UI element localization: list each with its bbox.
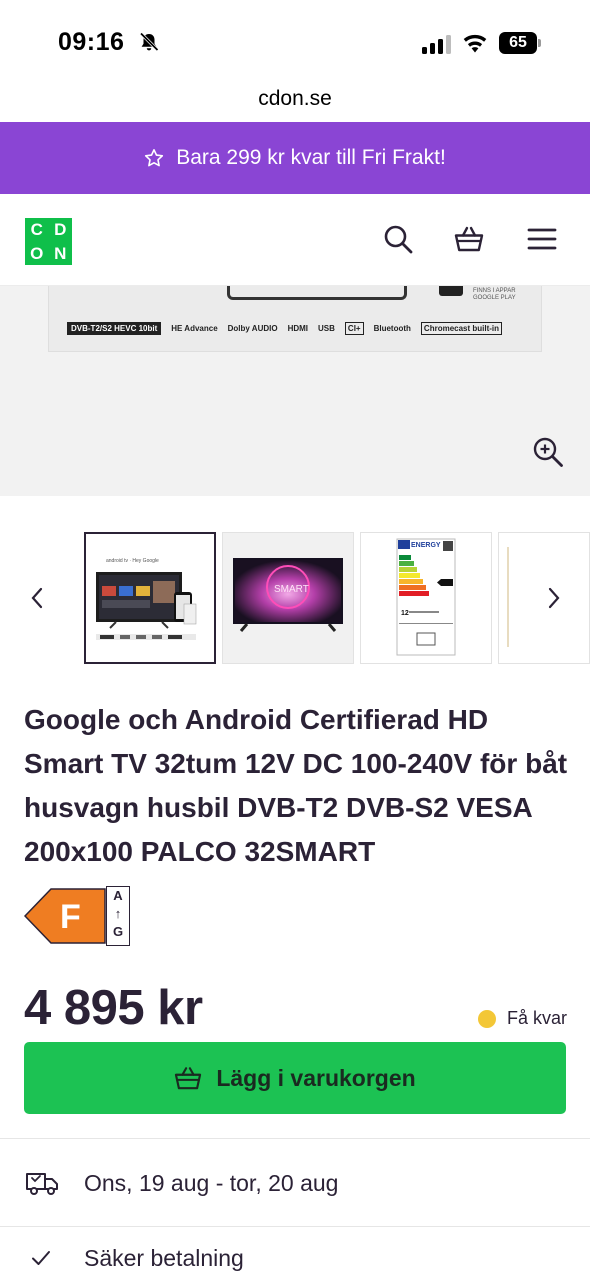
tv-stand	[227, 286, 407, 300]
chromecast-logo: Chromecast built-in	[420, 322, 503, 335]
he-advance-logo: HE Advance	[171, 324, 218, 333]
tag-line: GOOGLE PLAY	[473, 295, 516, 301]
energy-label-thumbnail-image: ENERGY 12	[361, 533, 491, 663]
product-price: 4 895 kr	[24, 981, 203, 1035]
svg-text:android tv · Hey Google: android tv · Hey Google	[106, 558, 159, 564]
delivery-info-row: Ons, 19 aug - tor, 20 aug	[0, 1140, 590, 1226]
energy-class-badge[interactable]: F A ↑ G	[24, 886, 130, 946]
tag-line: FINNS I APPAR	[473, 288, 516, 294]
energy-class-letter: F	[60, 898, 81, 936]
chevron-left-icon[interactable]	[29, 586, 45, 610]
add-to-cart-label: Lägg i varukorgen	[216, 1064, 416, 1091]
delivery-date-text: Ons, 19 aug - tor, 20 aug	[84, 1169, 339, 1196]
divider	[0, 1226, 590, 1227]
free-shipping-banner: Bara 299 kr kvar till Fri Frakt!	[0, 122, 590, 194]
silent-bell-icon	[139, 32, 159, 52]
basket-icon	[175, 1067, 202, 1090]
cell-signal-icon	[422, 34, 451, 54]
tv-ui-thumbnail-image: android tv · Hey Google	[86, 534, 214, 662]
logo-letter: D	[54, 220, 67, 239]
feature-card: FINNS I APPAR GOOGLE PLAY DVB-T2/S2 HEVC…	[48, 286, 542, 352]
basket-icon[interactable]	[454, 224, 484, 254]
thumbnail-4[interactable]	[498, 532, 590, 664]
promo-text: Bara 299 kr kvar till Fri Frakt!	[176, 146, 446, 169]
thumbnail-2[interactable]: SMART	[222, 532, 354, 664]
dolby-logo: Dolby AUDIO	[227, 324, 278, 333]
thumb-smart-text: SMART	[274, 584, 309, 595]
smart-tv-thumbnail-image: SMART	[223, 533, 353, 663]
product-main-image[interactable]: FINNS I APPAR GOOGLE PLAY DVB-T2/S2 HEVC…	[0, 286, 590, 496]
status-time: 09:16	[58, 28, 125, 56]
logo-letter: O	[30, 243, 44, 263]
checkmark-icon	[32, 1251, 50, 1265]
secure-payment-text: Säker betalning	[84, 1244, 244, 1271]
url-bar[interactable]: cdon.se	[0, 84, 590, 122]
energy-scale-arrow: ↑	[114, 906, 122, 921]
secure-payment-row: Säker betalning	[0, 1228, 590, 1280]
status-bar: 09:16 65	[0, 0, 590, 84]
add-to-cart-button[interactable]: Lägg i varukorgen	[24, 1042, 566, 1114]
battery-icon: 65	[499, 32, 541, 54]
chevron-right-icon[interactable]	[546, 586, 562, 610]
feature-logos: DVB-T2/S2 HEVC 10bit HE Advance Dolby AU…	[67, 322, 503, 335]
cdon-logo[interactable]: C D O N	[25, 218, 72, 265]
logo-letter: C	[30, 220, 43, 239]
product-title: Google och Android Certifierad HD Smart …	[24, 704, 568, 867]
star-icon	[145, 149, 164, 167]
delivery-truck-icon	[26, 1173, 58, 1195]
wifi-icon	[463, 34, 487, 53]
thumb-kwh-text: 12	[401, 610, 409, 617]
energy-scale-top: A	[113, 888, 123, 903]
logo-letter: N	[54, 243, 67, 263]
thumb-energy-text: ENERGY	[411, 542, 441, 549]
bluetooth-logo: Bluetooth	[373, 324, 411, 333]
dvb-logo: DVB-T2/S2 HEVC 10bit	[67, 322, 162, 335]
partial-thumbnail-image	[499, 533, 589, 663]
thumbnail-carousel: android tv · Hey Google SMART ENERGY 12	[0, 496, 590, 686]
thumbnail-3[interactable]: ENERGY 12	[360, 532, 492, 664]
stock-indicator-dot	[478, 1009, 496, 1028]
energy-scale-bottom: G	[112, 924, 124, 939]
hdmi-logo: HDMI	[287, 324, 309, 333]
stock-status: Få kvar	[478, 1008, 567, 1029]
stock-status-text: Få kvar	[507, 1008, 568, 1028]
usb-logo: USB	[318, 324, 335, 333]
remote-box	[439, 286, 463, 296]
site-header: C D O N	[0, 194, 590, 286]
thumbnail-1[interactable]: android tv · Hey Google	[84, 532, 216, 664]
zoom-in-icon[interactable]	[532, 436, 564, 468]
search-icon[interactable]	[383, 224, 413, 254]
google-play-tag: FINNS I APPAR GOOGLE PLAY	[473, 288, 516, 302]
ci-plus-logo: CI+	[344, 322, 364, 335]
divider	[0, 1138, 590, 1139]
hamburger-menu-icon[interactable]	[527, 224, 557, 254]
energy-scale: A ↑ G	[106, 886, 130, 946]
